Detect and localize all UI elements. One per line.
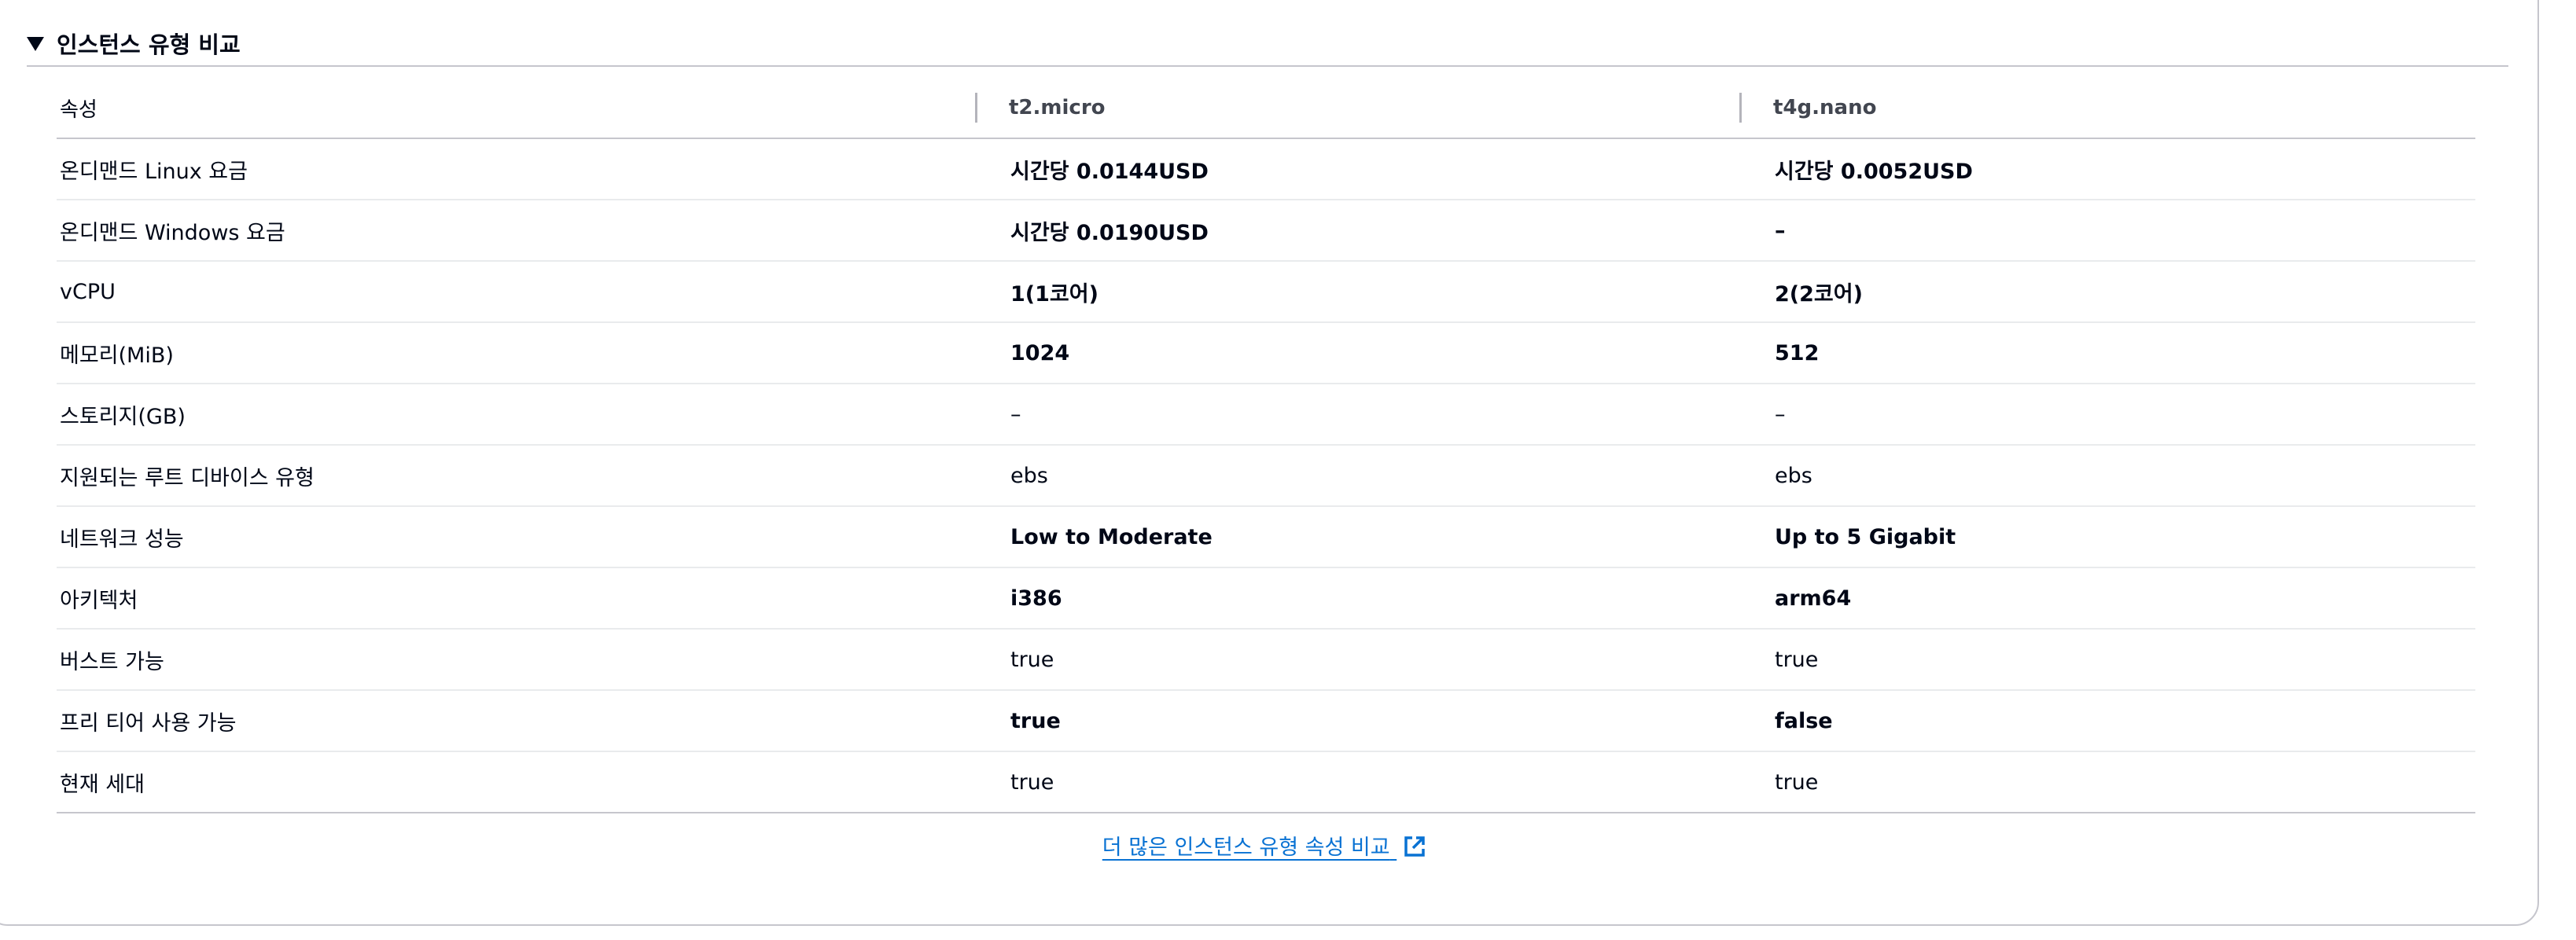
column-header-instance-b: t4g.nano xyxy=(1739,78,2475,139)
value-t2-micro: 시간당 0.0190USD xyxy=(975,200,1739,262)
value-t4g-nano: 2(2코어) xyxy=(1739,261,2475,323)
column-resizer[interactable] xyxy=(975,93,977,123)
column-header-instance-a: t2.micro xyxy=(975,78,1739,139)
value-t2-micro: i386 xyxy=(975,567,1739,630)
column-header-label: t2.micro xyxy=(1009,96,1106,119)
value-t4g-nano: – xyxy=(1739,200,2475,262)
table-row: 스토리지(GB) – – xyxy=(57,384,2475,446)
value-t2-micro: true xyxy=(975,751,1739,813)
table-row: 프리 티어 사용 가능 true false xyxy=(57,690,2475,752)
attribute-label: vCPU xyxy=(57,261,975,323)
value-t2-micro: true xyxy=(975,690,1739,752)
external-link-icon xyxy=(1404,835,1425,857)
value-t2-micro: – xyxy=(975,384,1739,446)
value-t4g-nano: 512 xyxy=(1739,322,2475,384)
header-divider xyxy=(27,65,2508,67)
section-title: 인스턴스 유형 비교 xyxy=(57,31,241,58)
attribute-label: 네트워크 성능 xyxy=(57,506,975,568)
value-t4g-nano: arm64 xyxy=(1739,567,2475,630)
value-t2-micro: 시간당 0.0144USD xyxy=(975,138,1739,200)
attribute-label: 온디맨드 Windows 요금 xyxy=(57,200,975,262)
attribute-label: 프리 티어 사용 가능 xyxy=(57,690,975,752)
column-header-label: t4g.nano xyxy=(1773,96,1877,119)
attribute-label: 스토리지(GB) xyxy=(57,384,975,446)
value-t4g-nano: true xyxy=(1739,751,2475,813)
table-header-row: 속성 t2.micro t4g.nano xyxy=(57,78,2475,139)
table-row: 온디맨드 Linux 요금 시간당 0.0144USD 시간당 0.0052USD xyxy=(57,138,2475,200)
attribute-label: 현재 세대 xyxy=(57,751,975,813)
value-t4g-nano: Up to 5 Gigabit xyxy=(1739,506,2475,568)
table-row: vCPU 1(1코어) 2(2코어) xyxy=(57,261,2475,323)
table-row: 아키텍처 i386 arm64 xyxy=(57,567,2475,630)
column-header-attribute: 속성 xyxy=(57,78,975,139)
column-header-label: 속성 xyxy=(60,97,98,122)
column-resizer[interactable] xyxy=(1739,93,1742,123)
value-t2-micro: 1024 xyxy=(975,322,1739,384)
value-t4g-nano: 시간당 0.0052USD xyxy=(1739,138,2475,200)
caret-down-icon xyxy=(27,37,44,51)
value-t4g-nano: false xyxy=(1739,690,2475,752)
value-t4g-nano: true xyxy=(1739,629,2475,691)
value-t2-micro: ebs xyxy=(975,445,1739,507)
compare-more-link[interactable]: 더 많은 인스턴스 유형 속성 비교 xyxy=(1102,835,1426,860)
table-row: 메모리(MiB) 1024 512 xyxy=(57,322,2475,384)
value-t4g-nano: ebs xyxy=(1739,445,2475,507)
attribute-label: 메모리(MiB) xyxy=(57,322,975,384)
value-t4g-nano: – xyxy=(1739,384,2475,446)
footer: 더 많은 인스턴스 유형 속성 비교 xyxy=(0,830,2529,861)
value-t2-micro: Low to Moderate xyxy=(975,506,1739,568)
comparison-table: 속성 t2.micro t4g.nano 온디맨드 Linux 요금 시간당 0.… xyxy=(57,78,2475,813)
compare-more-link-text: 더 많은 인스턴스 유형 속성 비교 xyxy=(1102,835,1390,860)
attribute-label: 버스트 가능 xyxy=(57,629,975,691)
table-row: 버스트 가능 true true xyxy=(57,629,2475,691)
table-body: 온디맨드 Linux 요금 시간당 0.0144USD 시간당 0.0052USD 온… xyxy=(57,138,2475,813)
table-row: 현재 세대 true true xyxy=(57,751,2475,813)
table-row: 지원되는 루트 디바이스 유형 ebs ebs xyxy=(57,445,2475,507)
attribute-label: 지원되는 루트 디바이스 유형 xyxy=(57,445,975,507)
table-row: 네트워크 성능 Low to Moderate Up to 5 Gigabit xyxy=(57,506,2475,568)
value-t2-micro: 1(1코어) xyxy=(975,261,1739,323)
value-t2-micro: true xyxy=(975,629,1739,691)
attribute-label: 온디맨드 Linux 요금 xyxy=(57,138,975,200)
section-toggle[interactable]: 인스턴스 유형 비교 xyxy=(27,25,241,61)
attribute-label: 아키텍처 xyxy=(57,567,975,630)
table-row: 온디맨드 Windows 요금 시간당 0.0190USD – xyxy=(57,200,2475,262)
